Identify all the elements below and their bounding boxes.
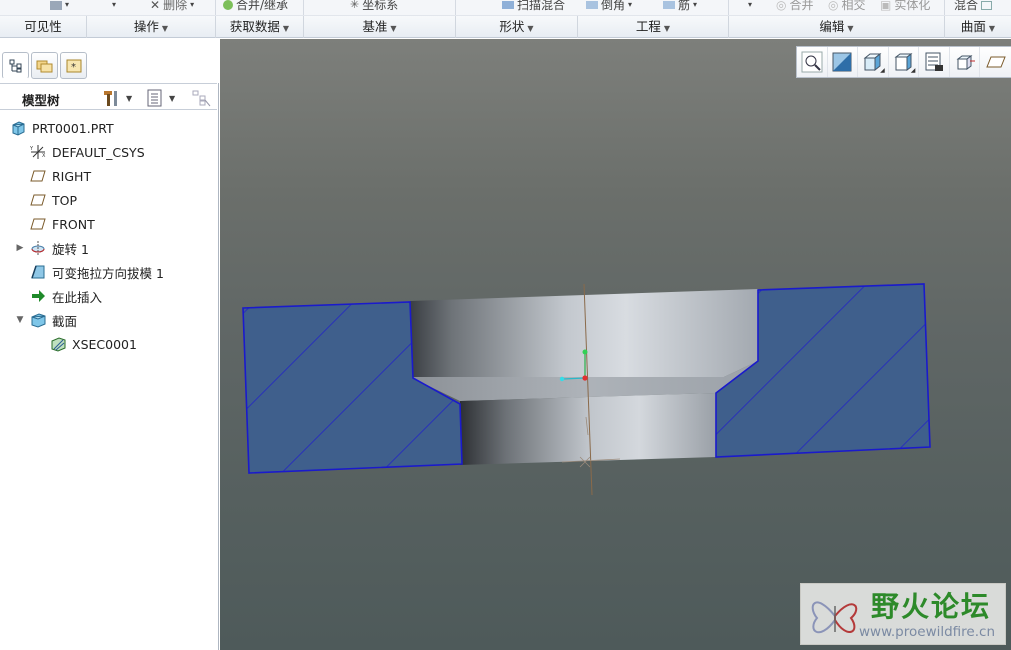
folder-browser-tab[interactable]	[31, 52, 58, 79]
blend-icon	[981, 0, 993, 10]
section-icon	[31, 313, 46, 328]
merge-inherit-button[interactable]: 合并/继承	[223, 0, 288, 13]
tree-item-variable-draft[interactable]: 可变拖拉方向拔模 1	[0, 260, 217, 284]
ribbon-command-row: ▾ ▾ ✕ 删除 ▾ 合并/继承 ✳ 坐标系 扫描混合 倒角 ▾ 筋 ▾ ▾ ◎ 合并…	[0, 0, 1011, 16]
solidify-button[interactable]: ▣ 实体化	[880, 0, 930, 13]
edit-dropdown[interactable]: ▾	[748, 0, 752, 13]
tree-item-front-plane[interactable]: FRONT	[0, 212, 217, 236]
model-tree-header: 模型树 ▼ ▼	[0, 83, 217, 110]
group-get-data[interactable]: 获取数据 ▼	[216, 16, 304, 38]
chevron-down-icon: ▼	[161, 24, 169, 33]
chevron-down-icon: ▼	[527, 24, 534, 33]
tree-settings-button[interactable]: ▼	[102, 88, 132, 108]
ribbon-group-bar: 可见性 操作 ▼ 获取数据 ▼ 基准 ▼ 形状 ▼ 工程 ▼ 编辑 ▼ 曲面 ▼	[0, 16, 1011, 38]
tree-item-revolve[interactable]: ▶ 旋转 1	[0, 236, 217, 260]
chevron-down-icon: ▼	[663, 24, 671, 33]
coordinate-system-icon: YX	[30, 145, 46, 159]
chevron-down-icon: ▼	[169, 93, 176, 103]
expand-arrow-icon[interactable]: ▶	[15, 243, 25, 253]
tree-show-button[interactable]: ▼	[147, 88, 175, 108]
tree-item-xsec0001[interactable]: XSEC0001	[0, 332, 217, 356]
hammer-tools-icon	[104, 91, 117, 106]
tree-filter-icon	[192, 90, 211, 107]
chevron-down-icon: ▼	[988, 24, 996, 33]
delete-x-icon: ✕	[150, 0, 161, 12]
navigator-tabs: *	[0, 39, 219, 83]
triad-x-dot	[559, 376, 565, 382]
tree-item-right-plane[interactable]: RIGHT	[0, 164, 217, 188]
save-icon	[50, 0, 62, 10]
coordinate-system-icon: ✳	[350, 0, 360, 11]
chamfer-button[interactable]: 倒角 ▾	[586, 0, 632, 13]
merge-inherit-icon	[223, 0, 233, 10]
save-dropdown[interactable]: ▾	[50, 0, 69, 13]
chevron-down-icon: ▼	[126, 93, 133, 103]
tree-structure-icon	[9, 59, 21, 72]
watermark-title: 野火论坛	[871, 590, 992, 623]
rib-button[interactable]: 筋 ▾	[663, 0, 697, 13]
revolve-icon	[31, 241, 45, 255]
datum-plane-icon	[30, 218, 46, 230]
intersect-icon: ◎	[828, 0, 839, 12]
section-model-view	[242, 283, 931, 496]
group-datum[interactable]: 基准 ▼	[304, 16, 456, 38]
bore-upper-surface	[410, 289, 758, 377]
group-engineering[interactable]: 工程 ▼	[578, 16, 729, 38]
tree-item-sections[interactable]: ▼ 截面	[0, 308, 217, 332]
bore-lower-surface	[460, 393, 716, 465]
rib-icon	[663, 1, 675, 9]
group-editing[interactable]: 编辑 ▼	[729, 16, 945, 38]
graphics-viewport[interactable]: ◢ ◢	[220, 39, 1011, 650]
merge-button[interactable]: ◎ 合并	[776, 0, 814, 13]
model-tree-tab[interactable]	[2, 52, 29, 79]
variable-draft-icon	[31, 265, 45, 279]
chevron-down-icon: ▼	[390, 24, 397, 33]
xsec-icon	[51, 337, 66, 352]
chevron-down-icon: ▼	[847, 24, 854, 33]
insert-here-arrow-icon	[32, 290, 45, 302]
group-operations[interactable]: 操作 ▼	[87, 16, 216, 38]
folder-icon	[36, 60, 52, 72]
navigator-panel: * 模型树 ▼ ▼ PRT0001.PRT YX DEFAULT_CSYS RI…	[0, 39, 219, 650]
blend-button[interactable]: 混合	[954, 0, 993, 13]
svg-text:Y: Y	[30, 146, 34, 152]
triad-y-dot	[582, 349, 588, 355]
tree-item-insert-here[interactable]: 在此插入	[0, 284, 217, 308]
swept-blend-icon	[502, 1, 514, 9]
tree-item-default-csys[interactable]: YX DEFAULT_CSYS	[0, 140, 217, 164]
swept-blend-button[interactable]: 扫描混合	[502, 0, 565, 13]
tree-item-top-plane[interactable]: TOP	[0, 188, 217, 212]
part-icon	[12, 121, 25, 136]
solidify-icon: ▣	[880, 0, 892, 12]
model-tree-title: 模型树	[22, 93, 60, 108]
tree-item-part[interactable]: PRT0001.PRT	[0, 116, 217, 140]
chamfer-icon	[586, 1, 598, 9]
chevron-down-icon: ▼	[282, 24, 290, 33]
favorites-tab[interactable]: *	[60, 52, 87, 79]
misc-dropdown[interactable]: ▾	[112, 0, 116, 13]
group-surfaces[interactable]: 曲面 ▼	[945, 16, 1011, 38]
group-shapes[interactable]: 形状 ▼	[456, 16, 578, 38]
butterfly-logo-icon	[811, 601, 858, 634]
coordinate-system-button[interactable]: ✳ 坐标系	[350, 0, 398, 13]
tree-filter-button[interactable]	[191, 88, 211, 108]
svg-text:X: X	[42, 153, 46, 159]
triad-origin-dot	[582, 375, 588, 381]
merge-icon: ◎	[776, 0, 787, 12]
watermark-url: www.proewildfire.cn	[859, 624, 996, 640]
datum-plane-icon	[30, 170, 46, 182]
group-visibility[interactable]: 可见性	[0, 16, 87, 38]
delete-button[interactable]: ✕ 删除 ▾	[150, 0, 194, 13]
list-document-icon	[147, 89, 162, 107]
favorites-star-icon: *	[66, 59, 81, 73]
datum-plane-icon	[30, 194, 46, 206]
svg-text:*: *	[71, 62, 76, 73]
collapse-arrow-icon[interactable]: ▼	[15, 315, 25, 325]
forum-watermark: 野火论坛 www.proewildfire.cn	[800, 583, 1006, 645]
intersect-button[interactable]: ◎ 相交	[828, 0, 866, 13]
